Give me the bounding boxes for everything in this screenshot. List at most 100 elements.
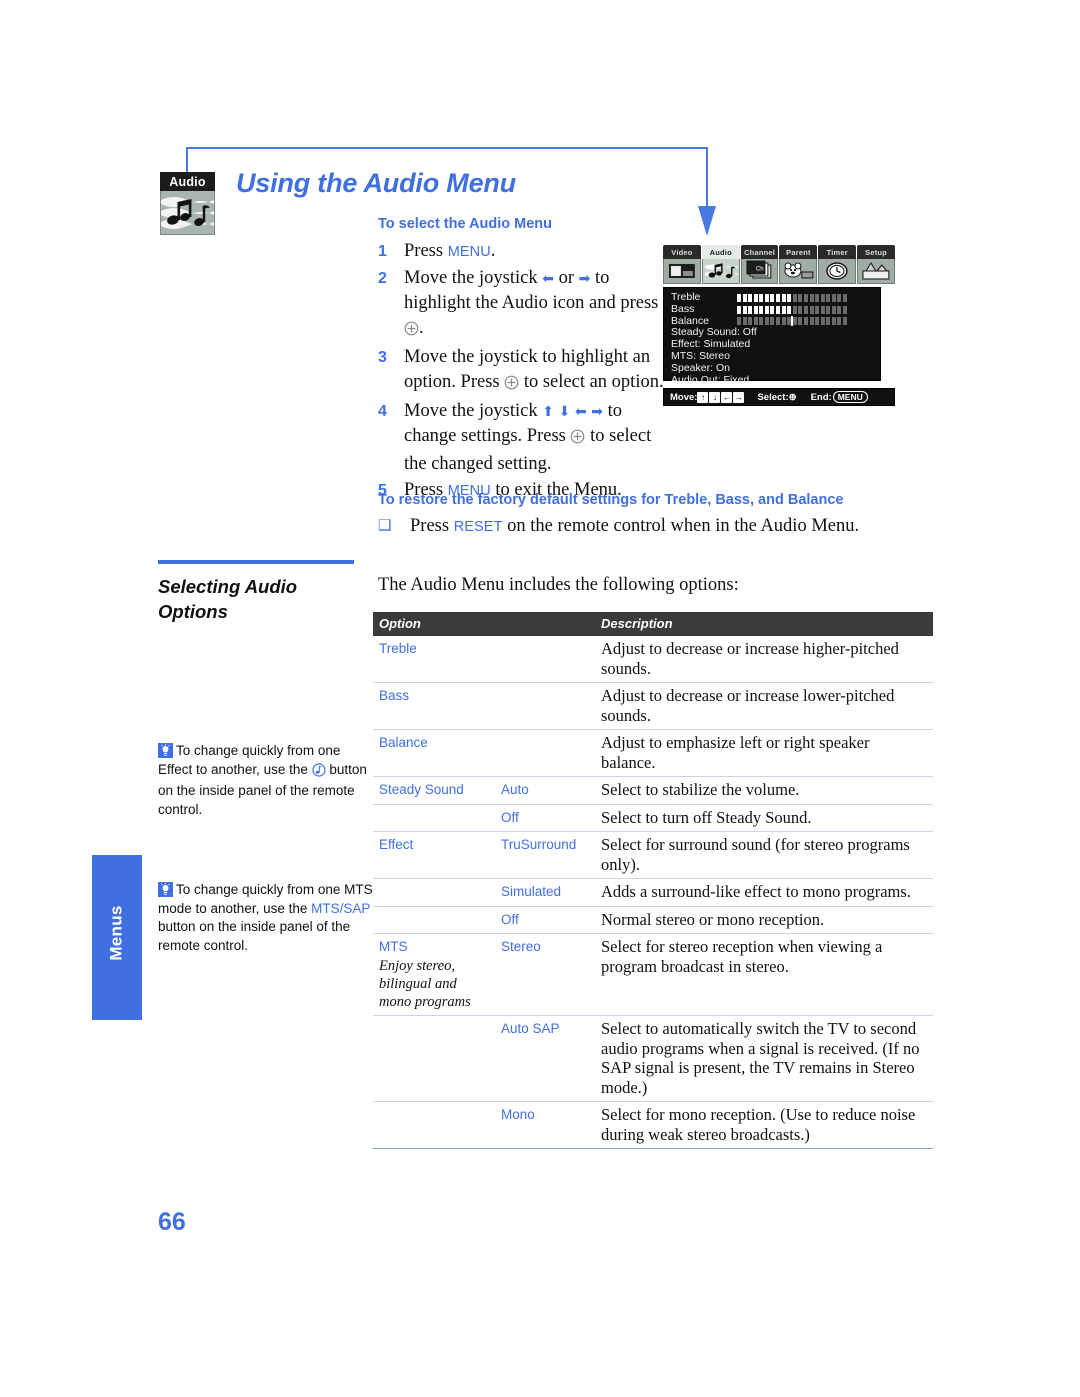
osd-tab-setup: Setup <box>857 245 895 284</box>
row-description: Select to automatically switch the TV to… <box>595 1015 933 1102</box>
table-row: Auto SAP Select to automatically switch … <box>373 1015 933 1102</box>
step-number: 2 <box>378 270 387 287</box>
step-2-tail: . <box>419 318 424 338</box>
restore-text: Press RESET on the remote control when i… <box>410 514 859 540</box>
osd-tab-channel: Channel Ch <box>740 245 779 284</box>
menus-side-tab: Menus <box>92 855 142 1020</box>
step-3: 3 Move the joystick to highlight an opti… <box>378 345 668 398</box>
osd-select-label: Select: <box>757 391 789 403</box>
osd-tab-label: Parent <box>779 245 818 259</box>
table-header-row: Option Description <box>373 612 933 636</box>
row-description: Select to stabilize the volume. <box>595 776 933 805</box>
osd-move-label: Move: <box>670 391 698 403</box>
key-down-icon: ↓ <box>709 391 721 403</box>
table-row: Off Normal stereo or mono reception. <box>373 906 933 934</box>
section-rule <box>158 560 354 564</box>
restore-bullet-line: ❑ Press RESET on the remote control when… <box>378 514 938 540</box>
osd-row-mts: MTS: Stereo <box>671 349 873 363</box>
row-option <box>373 804 495 832</box>
table-row: Bass Adjust to decrease or increase lowe… <box>373 682 933 730</box>
video-icon <box>663 259 701 284</box>
step-3-suffix: to select an option. <box>519 372 664 392</box>
row-option: Steady Sound <box>373 776 495 805</box>
step-1-prefix: Press <box>404 241 448 261</box>
enter-circle-icon <box>404 319 419 344</box>
osd-row-label: Audio Out: Fixed <box>671 373 750 386</box>
tip-mts-note: To change quickly from one MTS mode to a… <box>158 881 373 955</box>
side-tab-label: Menus <box>106 905 126 961</box>
row-description: Normal stereo or mono reception. <box>595 906 933 934</box>
table-row: Off Select to turn off Steady Sound. <box>373 804 933 832</box>
key-left-icon: ← <box>721 391 733 403</box>
audio-icon-label: Audio <box>160 172 215 191</box>
parent-bear-icon <box>779 259 818 284</box>
step-1-suffix: . <box>490 241 496 261</box>
tip-text-after: button on the inside panel of the remote… <box>158 919 351 953</box>
tv-osd-menu-graphic: Video Audio Channel Ch Parent Timer Setu… <box>663 245 895 406</box>
table-row: Mono Select for mono reception. (Use to … <box>373 1101 933 1149</box>
step-text: Press MENU. <box>404 239 495 265</box>
step-text: Move the joystick ⬆ ⬇ ⬅ ➡ to change sett… <box>404 399 668 477</box>
table-row: Treble Adjust to decrease or increase hi… <box>373 636 933 683</box>
row-value: Auto SAP <box>495 1015 595 1102</box>
row-value: Stereo <box>495 933 595 1016</box>
table-row: Balance Adjust to emphasize left or righ… <box>373 729 933 777</box>
bass-level-bar <box>737 305 847 314</box>
row-description: Adjust to decrease or increase higher-pi… <box>595 636 933 683</box>
row-value: Off <box>495 804 595 832</box>
row-option <box>373 1015 495 1102</box>
step-number: 4 <box>378 403 387 420</box>
table-row: Effect TruSurround Select for surround s… <box>373 831 933 879</box>
osd-row-label: MTS: Stereo <box>671 349 730 362</box>
osd-tab-label: Timer <box>818 245 857 259</box>
osd-row-audio-out: Audio Out: Fixed <box>671 373 873 387</box>
row-value: Auto <box>495 776 595 805</box>
row-option <box>373 1101 495 1149</box>
osd-footer-bar: Move: ↑ ↓ ← → Select: ⊕ End: MENU <box>663 388 895 406</box>
table-row: MTS Enjoy stereo, bilingual and mono prog… <box>373 933 933 1016</box>
table-row: Simulated Adds a surround-like effect to… <box>373 878 933 907</box>
arrow-right-icon: ➡ <box>591 405 604 420</box>
osd-tab-video: Video <box>663 245 701 284</box>
osd-tab-label: Video <box>663 245 701 259</box>
osd-end-label: End: <box>810 391 832 403</box>
restore-suffix: on the remote control when in the Audio … <box>502 516 860 536</box>
osd-tab-row: Video Audio Channel Ch Parent Timer Setu… <box>663 245 895 284</box>
arrow-right-icon: ➡ <box>578 272 591 287</box>
osd-tab-label: Setup <box>857 245 895 259</box>
row-option: Bass <box>373 682 595 730</box>
row-option <box>373 906 495 934</box>
row-option-label: MTS <box>379 939 408 954</box>
audio-menu-icon: Audio <box>160 172 215 235</box>
osd-row-label: Speaker: On <box>671 361 730 374</box>
row-option: Balance <box>373 729 595 777</box>
step-text: Move the joystick ⬅ or ➡ to highlight th… <box>404 266 668 344</box>
osd-row-speaker: Speaker: On <box>671 361 873 375</box>
osd-menu-button: MENU <box>832 391 868 403</box>
row-option: Effect <box>373 831 495 879</box>
row-value: Simulated <box>495 878 595 907</box>
osd-tab-label: Channel <box>740 245 779 259</box>
setup-icon <box>857 259 895 284</box>
step-text: Move the joystick to highlight an option… <box>404 345 668 398</box>
key-up-icon: ↑ <box>697 391 709 403</box>
audio-notes-icon <box>701 259 740 284</box>
row-value: Off <box>495 906 595 934</box>
arrow-left-icon: ⬅ <box>542 272 554 287</box>
restore-defaults-section: To restore the factory default settings … <box>378 492 938 540</box>
row-description: Select for mono reception. (Use to reduc… <box>595 1101 933 1149</box>
step-2-prefix: Move the joystick <box>404 268 543 288</box>
balance-level-bar <box>737 316 847 327</box>
treble-level-bar <box>737 293 847 302</box>
page-title: Using the Audio Menu <box>236 168 516 198</box>
tip-effect-note: To change quickly from one Effect to ano… <box>158 742 373 819</box>
clock-icon <box>818 259 857 284</box>
restore-prefix: Press <box>410 516 454 536</box>
section-title: Selecting Audio Options <box>158 576 298 622</box>
row-option-subtitle: Enjoy stereo, bilingual and mono program… <box>379 958 471 1010</box>
osd-settings-panel: Treble Bass Balance Steady Sound: Off Ef… <box>663 287 881 385</box>
select-plus-icon: ⊕ <box>788 391 797 403</box>
sound-effect-button-icon <box>312 762 326 783</box>
step-2: 2 Move the joystick ⬅ or ➡ to highlight … <box>378 266 668 344</box>
restore-heading: To restore the factory default settings … <box>378 492 844 508</box>
